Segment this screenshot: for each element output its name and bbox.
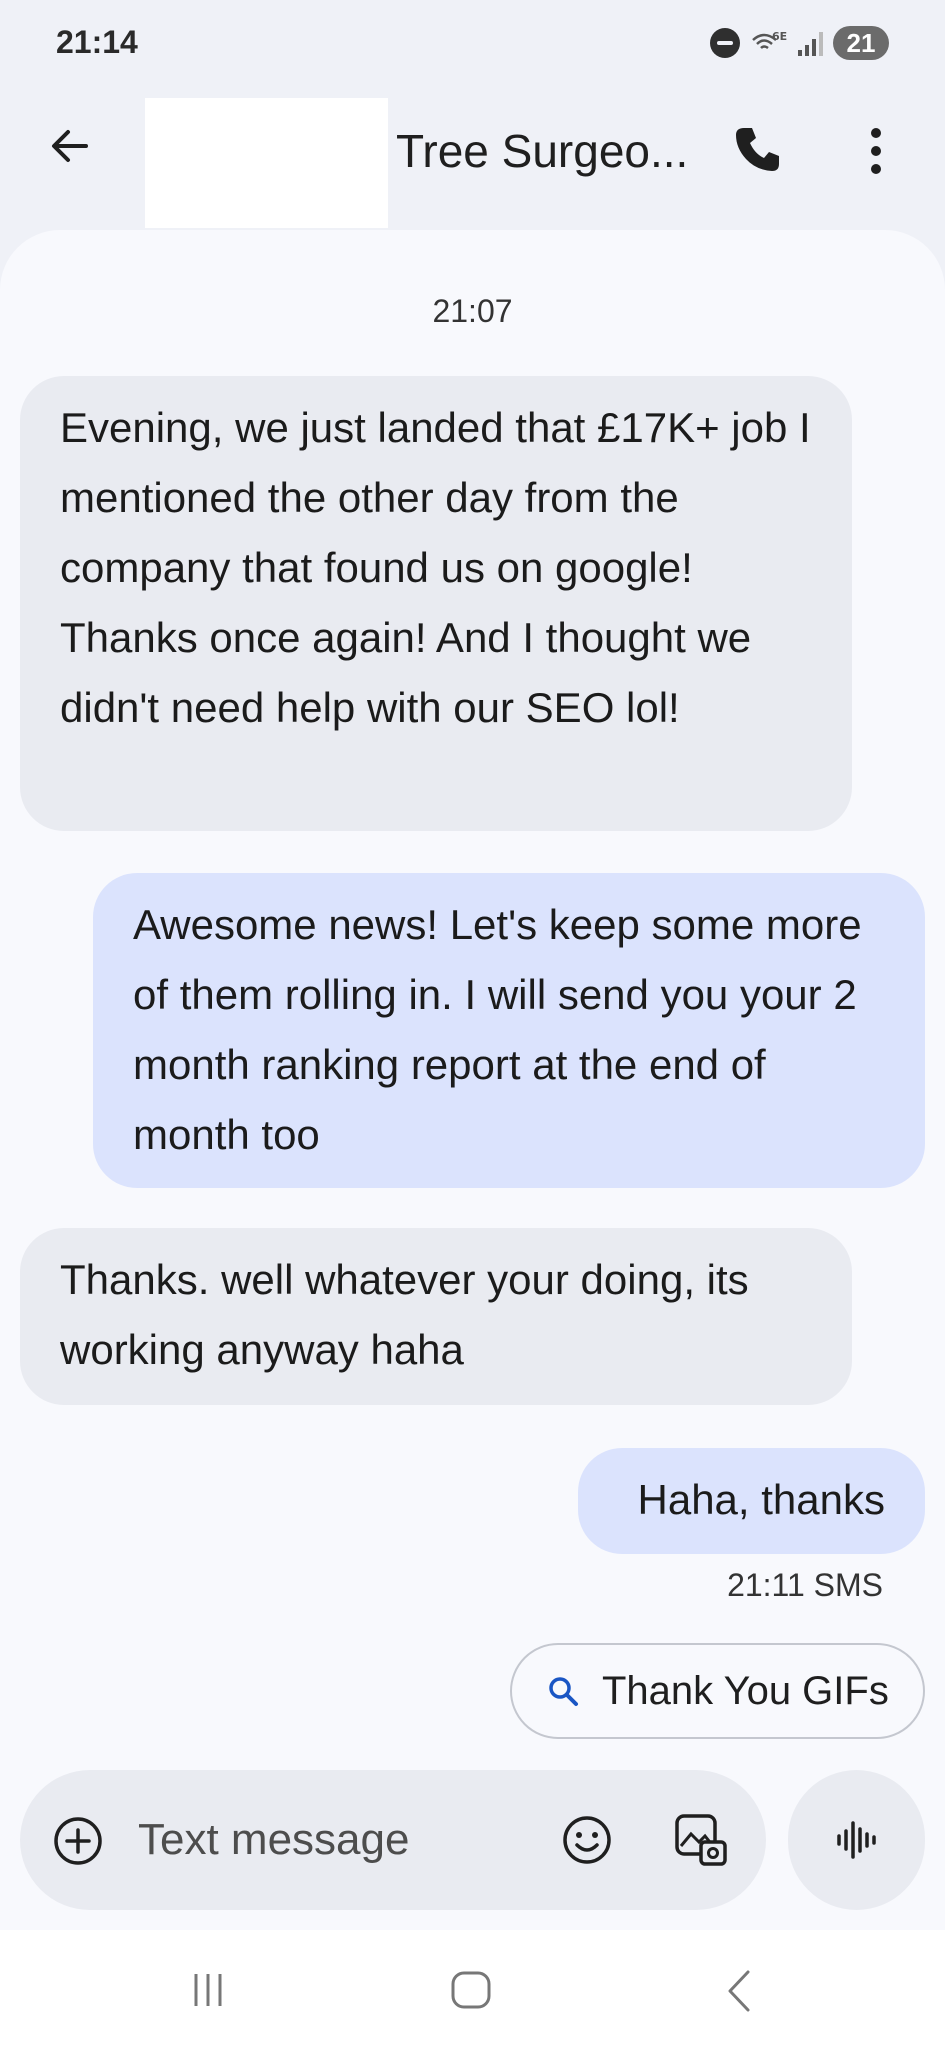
conversation-header: Tree Surgeo... (0, 90, 945, 230)
message-input[interactable] (138, 1806, 468, 1874)
message-input-bar (20, 1770, 766, 1910)
contact-name[interactable]: Tree Surgeo... (396, 124, 688, 178)
emoji-icon[interactable] (560, 1813, 614, 1867)
more-vert-icon[interactable] (858, 124, 894, 178)
composer (0, 1770, 945, 1930)
message-incoming[interactable]: Evening, we just landed that £17K+ job I… (20, 376, 852, 831)
signal-icon (798, 30, 823, 56)
wifi-icon: 6E (752, 30, 787, 50)
suggestion-label: Thank You GIFs (602, 1668, 889, 1713)
battery-indicator: 21 (833, 26, 889, 60)
nav-back-icon[interactable] (720, 1968, 756, 2014)
phone-icon[interactable] (730, 122, 784, 176)
nav-home-icon[interactable] (450, 1970, 492, 2010)
message-outgoing[interactable]: Awesome news! Let's keep some more of th… (93, 873, 925, 1188)
voice-waveform-icon (836, 1821, 876, 1859)
status-icons: 6E 21 (710, 26, 889, 60)
message-incoming[interactable]: Thanks. well whatever your doing, its wo… (20, 1228, 852, 1405)
do-not-disturb-icon (710, 28, 740, 58)
back-arrow-icon[interactable] (44, 120, 96, 172)
add-circle-icon[interactable] (52, 1815, 104, 1867)
voice-message-button[interactable] (788, 1770, 925, 1910)
search-icon (549, 1677, 578, 1706)
network-label: 6E (772, 30, 787, 43)
system-navigation-bar (0, 1930, 945, 2048)
message-outgoing[interactable]: Haha, thanks (578, 1448, 925, 1554)
gallery-icon[interactable] (671, 1810, 731, 1870)
message-list[interactable]: 21:07 Evening, we just landed that £17K+… (0, 230, 945, 1930)
nav-recents-icon[interactable] (188, 1972, 228, 2008)
status-bar: 21:14 6E 21 (0, 0, 945, 90)
message-timestamp: 21:11 SMS (727, 1567, 883, 1603)
contact-avatar-redacted (145, 98, 388, 228)
status-time: 21:14 (56, 24, 138, 60)
gif-suggestion-chip[interactable]: Thank You GIFs (510, 1643, 925, 1739)
day-timestamp: 21:07 (432, 293, 513, 329)
